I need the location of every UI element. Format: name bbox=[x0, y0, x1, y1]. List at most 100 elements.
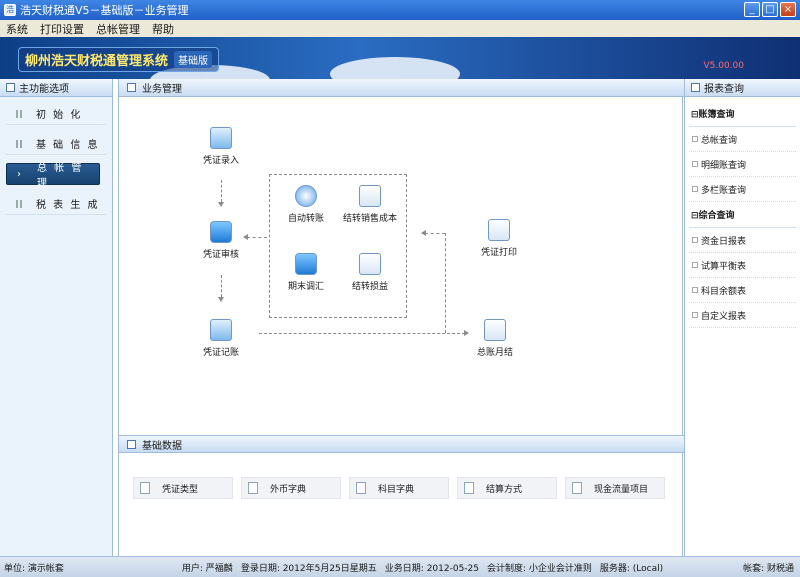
basic-item-voucher-type[interactable]: 凭证类型 bbox=[133, 477, 233, 499]
nav-label: 初 始 化 bbox=[36, 110, 83, 121]
window-titlebar[interactable]: 浩 浩天财税通V5－基础版－业务管理 _ □ × bbox=[0, 0, 800, 20]
flow-connector bbox=[445, 233, 446, 333]
report-item-custom[interactable]: 自定义报表 bbox=[689, 303, 796, 328]
node-auto-transfer[interactable]: 自动转账 bbox=[271, 185, 341, 224]
report-item-trial-balance[interactable]: 试算平衡表 bbox=[689, 253, 796, 278]
basic-item-label: 科目字典 bbox=[378, 484, 415, 495]
node-label: 期末调汇 bbox=[287, 282, 324, 292]
bullet-icon bbox=[16, 109, 22, 118]
menu-ledger[interactable]: 总帐管理 bbox=[96, 21, 140, 37]
close-button[interactable]: × bbox=[780, 2, 796, 17]
maximize-button[interactable]: □ bbox=[762, 2, 778, 17]
panel-square-icon bbox=[127, 83, 136, 92]
flow-connector bbox=[425, 233, 445, 234]
auto-transfer-icon bbox=[295, 185, 317, 207]
node-carry-pl[interactable]: 结转损益 bbox=[335, 253, 405, 292]
section-label: 账簿查询 bbox=[698, 110, 735, 120]
basic-data-title: 基础数据 bbox=[142, 440, 182, 452]
voucher-post-icon bbox=[210, 319, 232, 341]
carry-sales-cost-icon bbox=[359, 185, 381, 207]
business-flow: 凭证录入 凭证审核 凭证记账 自动转账 结转销售成本 期末调汇 结转损益 凭证打… bbox=[119, 97, 684, 435]
basic-item-currency-dict[interactable]: 外币字典 bbox=[241, 477, 341, 499]
minimize-button[interactable]: _ bbox=[744, 2, 760, 17]
menu-bar: 系统 打印设置 总帐管理 帮助 bbox=[0, 20, 800, 37]
printer-icon bbox=[488, 219, 510, 241]
report-item-daily-cash[interactable]: 资金日报表 bbox=[689, 228, 796, 253]
main-function-nav: 初 始 化 基 础 信 息 › 总 帐 管 理 税 表 生 成 bbox=[0, 97, 112, 221]
report-item-general-ledger[interactable]: 总帐查询 bbox=[689, 127, 796, 152]
window-controls: _ □ × bbox=[744, 2, 796, 17]
basic-data-header: 基础数据 bbox=[119, 435, 684, 453]
basic-item-settlement[interactable]: 结算方式 bbox=[457, 477, 557, 499]
node-label: 结转损益 bbox=[351, 282, 388, 292]
menu-system[interactable]: 系统 bbox=[6, 21, 28, 37]
version-label: V5.00.00 bbox=[703, 61, 744, 71]
flow-connector bbox=[221, 180, 222, 202]
basic-item-cashflow[interactable]: 现金流量项目 bbox=[565, 477, 665, 499]
page-icon bbox=[572, 482, 582, 494]
basic-item-label: 现金流量项目 bbox=[594, 484, 649, 495]
left-panel-title: 主功能选项 bbox=[19, 84, 69, 95]
report-item-multi-column[interactable]: 多栏账查询 bbox=[689, 177, 796, 202]
node-label: 自动转账 bbox=[287, 214, 324, 224]
bullet-icon bbox=[16, 199, 22, 208]
report-panel-header: 报表查询 bbox=[685, 79, 800, 97]
section-comprehensive-query[interactable]: ⊟综合查询 bbox=[689, 202, 796, 228]
cloud-decoration bbox=[330, 57, 460, 79]
business-title: 业务管理 bbox=[142, 84, 182, 95]
nav-item-basic-info[interactable]: 基 础 信 息 bbox=[6, 133, 106, 155]
node-carry-sales-cost[interactable]: 结转销售成本 bbox=[335, 185, 405, 224]
carry-pl-icon bbox=[359, 253, 381, 275]
node-month-close[interactable]: 总账月结 bbox=[460, 319, 530, 358]
status-biz-date: 业务日期: 2012-05-25 bbox=[384, 563, 479, 574]
node-voucher-audit[interactable]: 凭证审核 bbox=[186, 221, 256, 260]
node-label: 结转销售成本 bbox=[342, 214, 397, 224]
node-period-adjust[interactable]: 期末调汇 bbox=[271, 253, 341, 292]
nav-item-ledger[interactable]: › 总 帐 管 理 bbox=[6, 163, 100, 189]
status-login-date: 登录日期: 2012年5月25日星期五 bbox=[240, 563, 377, 574]
page-icon bbox=[140, 482, 150, 494]
arrow-down-icon bbox=[218, 297, 224, 302]
status-user: 用户: 严福麟 bbox=[181, 563, 233, 574]
node-voucher-post[interactable]: 凭证记账 bbox=[186, 319, 256, 358]
node-voucher-entry[interactable]: 凭证录入 bbox=[186, 127, 256, 166]
voucher-audit-icon bbox=[210, 221, 232, 243]
panel-square-icon bbox=[127, 439, 136, 449]
node-label: 凭证录入 bbox=[202, 156, 239, 166]
node-label: 总账月结 bbox=[476, 348, 513, 358]
app-icon: 浩 bbox=[4, 4, 16, 16]
status-server: 服务器: (Local) bbox=[599, 563, 664, 574]
panel-square-icon bbox=[691, 83, 700, 92]
nav-label: 总 帐 管 理 bbox=[37, 163, 84, 189]
status-book: 帐套: 财税通 bbox=[743, 563, 794, 574]
basic-item-label: 外币字典 bbox=[270, 484, 307, 495]
flow-connector bbox=[221, 275, 222, 297]
month-close-icon bbox=[484, 319, 506, 341]
section-ledger-query[interactable]: ⊟账簿查询 bbox=[689, 101, 796, 127]
node-label: 凭证审核 bbox=[202, 250, 239, 260]
chevron-right-icon: › bbox=[17, 168, 23, 180]
panel-square-icon bbox=[6, 83, 15, 92]
report-item-detail-ledger[interactable]: 明细账查询 bbox=[689, 152, 796, 177]
arrow-down-icon bbox=[218, 202, 224, 207]
section-label: 综合查询 bbox=[698, 211, 735, 221]
nav-item-tax-report[interactable]: 税 表 生 成 bbox=[6, 193, 106, 215]
basic-item-label: 结算方式 bbox=[486, 484, 523, 495]
voucher-entry-icon bbox=[210, 127, 232, 149]
nav-item-init[interactable]: 初 始 化 bbox=[6, 103, 106, 125]
flow-connector bbox=[259, 333, 465, 334]
page-icon bbox=[248, 482, 258, 494]
node-voucher-print[interactable]: 凭证打印 bbox=[464, 219, 534, 258]
arrow-left-icon bbox=[421, 230, 426, 236]
node-label: 凭证记账 bbox=[202, 348, 239, 358]
node-label: 凭证打印 bbox=[480, 248, 517, 258]
basic-item-account-dict[interactable]: 科目字典 bbox=[349, 477, 449, 499]
business-header: 业务管理 bbox=[119, 79, 684, 97]
status-accounting: 会计制度: 小企业会计准则 bbox=[487, 563, 592, 574]
report-item-account-balance[interactable]: 科目余额表 bbox=[689, 278, 796, 303]
menu-help[interactable]: 帮助 bbox=[152, 21, 174, 37]
report-panel-title: 报表查询 bbox=[704, 84, 744, 95]
status-unit: 单位: 演示帐套 bbox=[4, 563, 64, 574]
basic-item-label: 凭证类型 bbox=[162, 484, 199, 495]
menu-print-settings[interactable]: 打印设置 bbox=[40, 21, 84, 37]
